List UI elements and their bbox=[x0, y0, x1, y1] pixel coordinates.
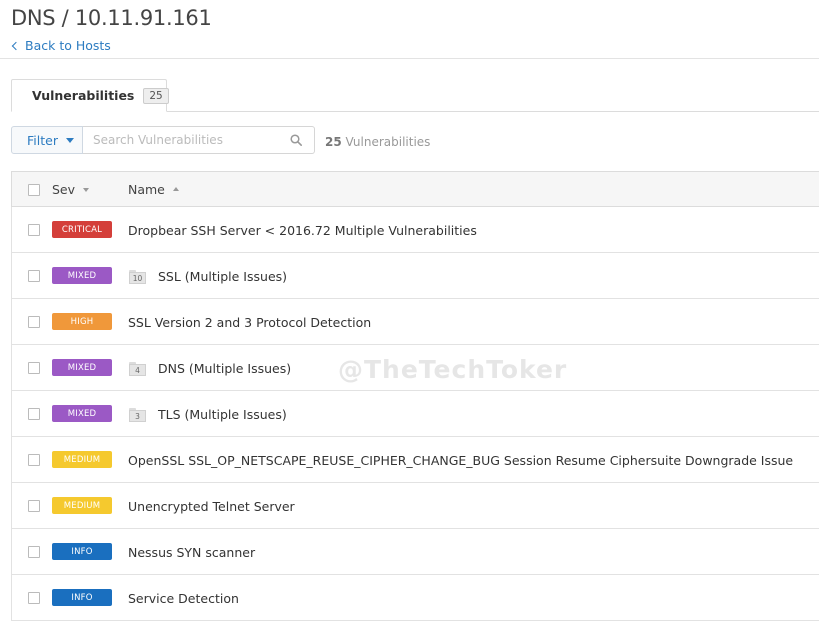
tab-vulnerabilities[interactable]: Vulnerabilities 25 bbox=[11, 79, 169, 112]
back-link-label: Back to Hosts bbox=[25, 38, 111, 53]
vulnerability-name-label: TLS (Multiple Issues) bbox=[158, 407, 287, 422]
row-checkbox[interactable] bbox=[28, 316, 40, 328]
folder-icon: 4 bbox=[129, 361, 146, 376]
vulnerability-name-label: SSL (Multiple Issues) bbox=[158, 269, 288, 284]
severity-badge: MEDIUM bbox=[52, 497, 112, 514]
tab-label: Vulnerabilities bbox=[32, 88, 135, 103]
severity-badge: CRITICAL bbox=[52, 221, 112, 238]
vulnerability-name[interactable]: Nessus SYN scanner bbox=[128, 545, 255, 560]
filter-button-label: Filter bbox=[27, 132, 58, 148]
vulnerability-name[interactable]: Service Detection bbox=[128, 591, 239, 606]
vulnerability-name[interactable]: 4 DNS (Multiple Issues) bbox=[128, 361, 291, 376]
filter-button[interactable]: Filter bbox=[11, 126, 83, 154]
column-header-name[interactable]: Name bbox=[128, 182, 179, 197]
severity-badge: MEDIUM bbox=[52, 451, 112, 468]
vulnerability-name[interactable]: 3 TLS (Multiple Issues) bbox=[128, 407, 287, 422]
column-header-sev-label: Sev bbox=[52, 182, 76, 197]
vulnerability-name[interactable]: Dropbear SSH Server < 2016.72 Multiple V… bbox=[128, 223, 477, 238]
sort-desc-icon bbox=[83, 188, 90, 192]
vulnerability-name[interactable]: 10 SSL (Multiple Issues) bbox=[128, 269, 287, 284]
vulnerability-name-label: Nessus SYN scanner bbox=[128, 545, 256, 560]
row-checkbox[interactable] bbox=[28, 546, 40, 558]
caret-down-icon bbox=[65, 137, 74, 143]
severity-badge: MIXED bbox=[52, 267, 112, 284]
table-header: Sev Name bbox=[11, 171, 819, 207]
row-checkbox[interactable] bbox=[28, 362, 40, 374]
table-row[interactable]: MEDIUM Unencrypted Telnet Server bbox=[11, 483, 819, 529]
column-header-sev[interactable]: Sev bbox=[52, 182, 90, 197]
row-checkbox[interactable] bbox=[28, 500, 40, 512]
table-row[interactable]: MIXED 4 DNS (Multiple Issues) bbox=[11, 345, 819, 391]
folder-count: 10 bbox=[129, 271, 146, 284]
folder-count: 4 bbox=[129, 363, 146, 376]
severity-badge: MIXED bbox=[52, 405, 112, 422]
page-title: DNS / 10.11.91.161 bbox=[11, 6, 212, 30]
folder-icon: 3 bbox=[129, 407, 146, 422]
vulnerability-name[interactable]: OpenSSL SSL_OP_NETSCAPE_REUSE_CIPHER_CHA… bbox=[128, 453, 793, 468]
vulnerability-name-label: OpenSSL SSL_OP_NETSCAPE_REUSE_CIPHER_CHA… bbox=[128, 453, 794, 468]
row-checkbox[interactable] bbox=[28, 592, 40, 604]
select-all-checkbox[interactable] bbox=[28, 184, 40, 196]
result-count-label: Vulnerabilities bbox=[345, 135, 431, 149]
table-row[interactable]: MIXED 3 TLS (Multiple Issues) bbox=[11, 391, 819, 437]
search-box bbox=[83, 126, 315, 154]
search-icon[interactable] bbox=[290, 134, 302, 146]
vulnerability-name-label: Unencrypted Telnet Server bbox=[128, 499, 295, 514]
folder-icon: 10 bbox=[129, 269, 146, 284]
row-checkbox[interactable] bbox=[28, 270, 40, 282]
table-row[interactable]: CRITICAL Dropbear SSH Server < 2016.72 Mu… bbox=[11, 207, 819, 253]
table-row[interactable]: MIXED 10 SSL (Multiple Issues) bbox=[11, 253, 819, 299]
folder-count: 3 bbox=[129, 409, 146, 422]
vulnerability-name-label: DNS (Multiple Issues) bbox=[158, 361, 292, 376]
vulnerability-name-label: SSL Version 2 and 3 Protocol Detection bbox=[128, 315, 372, 330]
row-checkbox[interactable] bbox=[28, 224, 40, 236]
tab-count-badge: 25 bbox=[143, 87, 169, 104]
table-body: CRITICAL Dropbear SSH Server < 2016.72 Mu… bbox=[11, 207, 819, 621]
header-divider bbox=[0, 58, 819, 59]
row-checkbox[interactable] bbox=[28, 408, 40, 420]
vulnerability-name[interactable]: SSL Version 2 and 3 Protocol Detection bbox=[128, 315, 371, 330]
table-row[interactable]: HIGH SSL Version 2 and 3 Protocol Detecti… bbox=[11, 299, 819, 345]
back-to-hosts-link[interactable]: Back to Hosts bbox=[11, 38, 111, 53]
vulnerability-name[interactable]: Unencrypted Telnet Server bbox=[128, 499, 295, 514]
chevron-left-icon bbox=[11, 41, 21, 50]
sort-asc-icon bbox=[172, 187, 179, 191]
table-row[interactable]: INFO Nessus SYN scanner bbox=[11, 529, 819, 575]
severity-badge: HIGH bbox=[52, 313, 112, 330]
result-count: 25 Vulnerabilities bbox=[325, 135, 430, 149]
row-checkbox[interactable] bbox=[28, 454, 40, 466]
vulnerability-name-label: Dropbear SSH Server < 2016.72 Multiple V… bbox=[128, 223, 477, 238]
severity-badge: INFO bbox=[52, 543, 112, 560]
column-header-name-label: Name bbox=[128, 182, 165, 197]
table-row[interactable]: MEDIUM OpenSSL SSL_OP_NETSCAPE_REUSE_CIPH… bbox=[11, 437, 819, 483]
vulnerabilities-table: Sev Name CRITICAL Dropbear SSH Server < 2… bbox=[11, 171, 819, 621]
severity-badge: INFO bbox=[52, 589, 112, 606]
vulnerability-name-label: Service Detection bbox=[128, 591, 239, 606]
search-input[interactable] bbox=[83, 127, 283, 153]
severity-badge: MIXED bbox=[52, 359, 112, 376]
tab-bar: Vulnerabilities 25 bbox=[11, 79, 819, 112]
table-row[interactable]: INFO Service Detection bbox=[11, 575, 819, 621]
result-count-number: 25 bbox=[325, 135, 342, 149]
